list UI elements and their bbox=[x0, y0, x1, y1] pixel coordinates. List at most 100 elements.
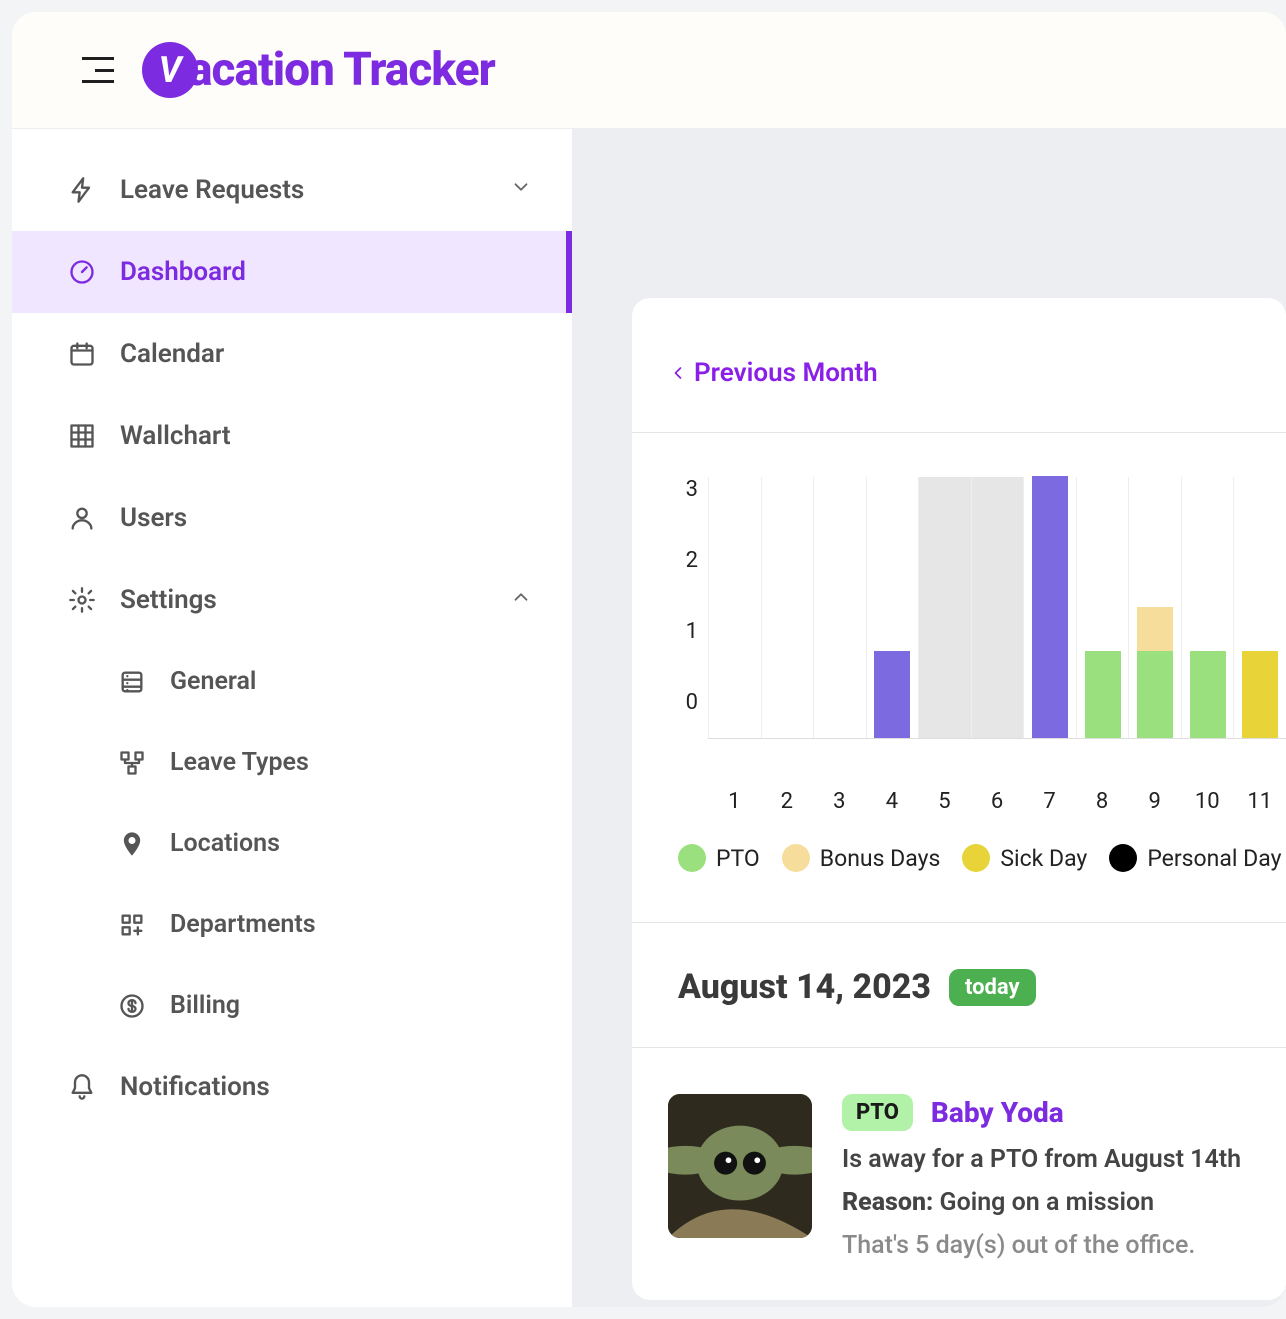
app-name: acation Tracker bbox=[188, 43, 495, 97]
menu-toggle-button[interactable] bbox=[82, 57, 114, 83]
legend-swatch bbox=[1109, 844, 1137, 872]
sidebar-item-label: Settings bbox=[120, 585, 217, 615]
legend-item[interactable]: Sick Day bbox=[962, 844, 1087, 872]
sidebar-item-label: Users bbox=[120, 503, 187, 533]
sidebar-sub-leave-types[interactable]: Leave Types bbox=[12, 722, 572, 803]
legend-swatch bbox=[782, 844, 810, 872]
previous-month-label: Previous Month bbox=[694, 358, 878, 388]
x-tick: 6 bbox=[971, 789, 1024, 814]
bar-segment bbox=[1137, 607, 1173, 651]
gauge-icon bbox=[68, 258, 96, 286]
sidebar-item-label: Locations bbox=[170, 829, 280, 858]
chart-x-axis: 1234567891011 bbox=[708, 789, 1286, 814]
x-tick: 7 bbox=[1023, 789, 1076, 814]
legend-item[interactable]: Bonus Days bbox=[782, 844, 941, 872]
x-tick: 10 bbox=[1181, 789, 1234, 814]
bar-segment bbox=[1032, 476, 1068, 738]
chart-y-axis: 3 2 1 0 bbox=[668, 477, 708, 739]
sidebar-sub-departments[interactable]: Departments bbox=[12, 884, 572, 965]
y-tick: 0 bbox=[686, 690, 698, 715]
sidebar-item-notifications[interactable]: Notifications bbox=[12, 1046, 572, 1128]
bar-segment bbox=[1137, 651, 1173, 738]
app-logo[interactable]: V acation Tracker bbox=[142, 42, 495, 98]
leave-type-badge: PTO bbox=[842, 1094, 913, 1131]
x-tick: 1 bbox=[708, 789, 761, 814]
sidebar-item-users[interactable]: Users bbox=[12, 477, 572, 559]
leave-days-summary: That's 5 day(s) out of the office. bbox=[842, 1231, 1286, 1260]
calendar-icon bbox=[68, 340, 96, 368]
chart-column[interactable] bbox=[813, 477, 866, 738]
leave-reason: Reason: Going on a mission bbox=[842, 1188, 1286, 1217]
sidebar: Leave Requests Dashboard Calendar bbox=[12, 128, 572, 1307]
sidebar-item-label: Departments bbox=[170, 910, 316, 939]
sidebar-sub-locations[interactable]: Locations bbox=[12, 803, 572, 884]
sidebar-item-label: Dashboard bbox=[120, 257, 246, 287]
legend-label: Bonus Days bbox=[820, 845, 941, 872]
legend-label: Sick Day bbox=[1000, 845, 1087, 872]
chart-column[interactable] bbox=[1128, 477, 1181, 738]
chart-column[interactable] bbox=[1023, 477, 1076, 738]
bar-segment bbox=[1190, 651, 1226, 738]
bar-segment bbox=[1085, 651, 1121, 738]
bolt-icon bbox=[68, 176, 96, 204]
avatar bbox=[668, 1094, 812, 1238]
topbar: V acation Tracker bbox=[12, 12, 1286, 128]
leave-description: Is away for a PTO from August 14th bbox=[842, 1145, 1286, 1174]
chart-plot-area bbox=[708, 477, 1286, 739]
gear-icon bbox=[68, 586, 96, 614]
chart-column[interactable] bbox=[1233, 477, 1286, 738]
y-tick: 2 bbox=[686, 548, 698, 573]
previous-month-link[interactable]: Previous Month bbox=[668, 358, 1286, 388]
sidebar-item-calendar[interactable]: Calendar bbox=[12, 313, 572, 395]
sidebar-item-label: Billing bbox=[170, 991, 240, 1020]
chevron-left-icon bbox=[668, 363, 688, 383]
chart-column[interactable] bbox=[761, 477, 814, 738]
sidebar-item-label: Wallchart bbox=[120, 421, 231, 451]
x-tick: 4 bbox=[866, 789, 919, 814]
legend-swatch bbox=[678, 844, 706, 872]
y-tick: 1 bbox=[686, 619, 698, 644]
org-icon bbox=[118, 911, 146, 939]
person-name-link[interactable]: Baby Yoda bbox=[931, 1096, 1064, 1129]
leave-chart: 3210 1234567891011 PTOBonus DaysSick Day… bbox=[668, 477, 1286, 872]
dollar-icon bbox=[118, 992, 146, 1020]
sidebar-item-dashboard[interactable]: Dashboard bbox=[12, 231, 572, 313]
tree-icon bbox=[118, 749, 146, 777]
leave-entry: PTO Baby Yoda Is away for a PTO from Aug… bbox=[668, 1094, 1286, 1260]
x-tick: 11 bbox=[1233, 789, 1286, 814]
grid-icon bbox=[68, 422, 96, 450]
chart-column[interactable] bbox=[971, 477, 1024, 738]
sidebar-item-label: General bbox=[170, 667, 256, 696]
dashboard-card: Previous Month 3210 1234567891011 PTOBon… bbox=[632, 298, 1286, 1300]
chevron-down-icon bbox=[510, 175, 532, 205]
sidebar-sub-billing[interactable]: Billing bbox=[12, 965, 572, 1046]
user-icon bbox=[68, 504, 96, 532]
legend-item[interactable]: Personal Day bbox=[1109, 844, 1281, 872]
chart-column[interactable] bbox=[866, 477, 919, 738]
chart-column[interactable] bbox=[1181, 477, 1234, 738]
chart-legend: PTO Bonus Days Sick Day Personal Day bbox=[678, 844, 1286, 872]
bar-segment bbox=[1242, 651, 1278, 738]
y-tick: 3 bbox=[686, 477, 698, 502]
server-icon bbox=[118, 668, 146, 696]
chart-column[interactable] bbox=[918, 477, 971, 738]
sidebar-item-label: Calendar bbox=[120, 339, 224, 369]
x-tick: 5 bbox=[918, 789, 971, 814]
x-tick: 9 bbox=[1128, 789, 1181, 814]
sidebar-item-wallchart[interactable]: Wallchart bbox=[12, 395, 572, 477]
today-badge: today bbox=[949, 969, 1036, 1006]
sidebar-item-label: Leave Types bbox=[170, 748, 309, 777]
legend-item[interactable]: PTO bbox=[678, 844, 760, 872]
sidebar-sub-general[interactable]: General bbox=[12, 641, 572, 722]
chevron-up-icon bbox=[510, 585, 532, 615]
legend-label: PTO bbox=[716, 845, 760, 872]
x-tick: 3 bbox=[813, 789, 866, 814]
sidebar-item-label: Notifications bbox=[120, 1072, 270, 1102]
chart-column[interactable] bbox=[1076, 477, 1129, 738]
bell-icon bbox=[68, 1073, 96, 1101]
main-content: Previous Month 3210 1234567891011 PTOBon… bbox=[572, 128, 1286, 1307]
sidebar-item-settings[interactable]: Settings bbox=[12, 559, 572, 641]
chart-column[interactable] bbox=[708, 477, 761, 738]
x-tick: 8 bbox=[1076, 789, 1129, 814]
sidebar-item-leave-requests[interactable]: Leave Requests bbox=[12, 149, 572, 231]
